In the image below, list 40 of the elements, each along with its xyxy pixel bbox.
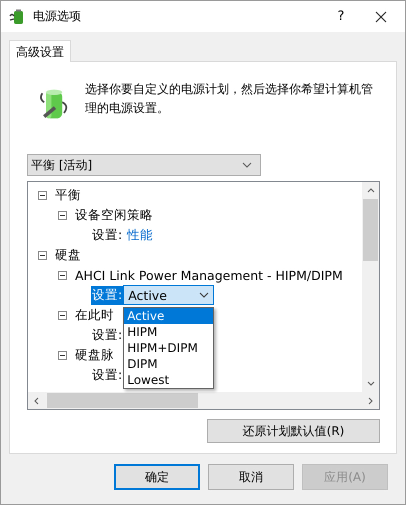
setting-link[interactable]: 性能	[127, 226, 154, 244]
scroll-right-icon[interactable]	[368, 396, 373, 404]
tree-item[interactable]: 硬盘脉	[75, 346, 114, 364]
setting-label: 设置:	[91, 286, 124, 304]
scroll-up-icon[interactable]	[366, 188, 374, 193]
collapse-icon[interactable]	[58, 350, 67, 360]
setting-label: 设置:	[91, 226, 124, 244]
window-title: 电源选项	[33, 8, 82, 25]
instruction-text: 选择你要自定义的电源计划，然后选择你希望计算机管理的电源设置。	[85, 81, 374, 117]
tree-item[interactable]: 平衡	[55, 186, 81, 204]
collapse-icon[interactable]	[58, 270, 67, 280]
dialog-button[interactable]: 确定	[114, 464, 200, 490]
scroll-left-icon[interactable]	[34, 396, 39, 404]
tree-item[interactable]: 在此时	[75, 306, 114, 324]
tree-item[interactable]: 设备空闲策略	[75, 206, 153, 224]
tree-item[interactable]: 硬盘	[55, 246, 81, 264]
setting-label: 设置:	[91, 326, 124, 344]
vertical-scrollbar[interactable]	[362, 182, 379, 392]
restore-defaults-button[interactable]: 还原计划默认值(R)	[207, 419, 380, 443]
horizontal-scrollbar[interactable]	[28, 392, 379, 409]
dropdown-option[interactable]: HIPM	[124, 324, 214, 340]
collapse-icon[interactable]	[38, 190, 47, 200]
close-icon[interactable]	[375, 10, 387, 22]
dropdown-option[interactable]: Lowest	[124, 372, 214, 388]
setting-label: 设置:	[91, 366, 124, 384]
dropdown-option[interactable]: DIPM	[124, 356, 214, 372]
collapse-icon[interactable]	[58, 210, 67, 220]
tab[interactable]: 高级设置	[9, 40, 71, 62]
chevron-down-icon	[199, 292, 210, 298]
scroll-down-icon[interactable]	[366, 381, 374, 386]
help-button[interactable]: ?	[329, 9, 353, 24]
setting-dropdown[interactable]: Active	[123, 285, 214, 305]
plan-dropdown[interactable]: 平衡 [活动]	[27, 154, 261, 176]
collapse-icon[interactable]	[38, 250, 47, 260]
collapse-icon[interactable]	[58, 310, 67, 320]
tree-item[interactable]: AHCI Link Power Management - HIPM/DIPM	[75, 268, 343, 282]
dropdown-option[interactable]: Active	[124, 308, 214, 324]
dropdown-option[interactable]: HIPM+DIPM	[124, 340, 214, 356]
dialog-button[interactable]: 取消	[208, 464, 294, 490]
chevron-down-icon	[242, 162, 252, 168]
